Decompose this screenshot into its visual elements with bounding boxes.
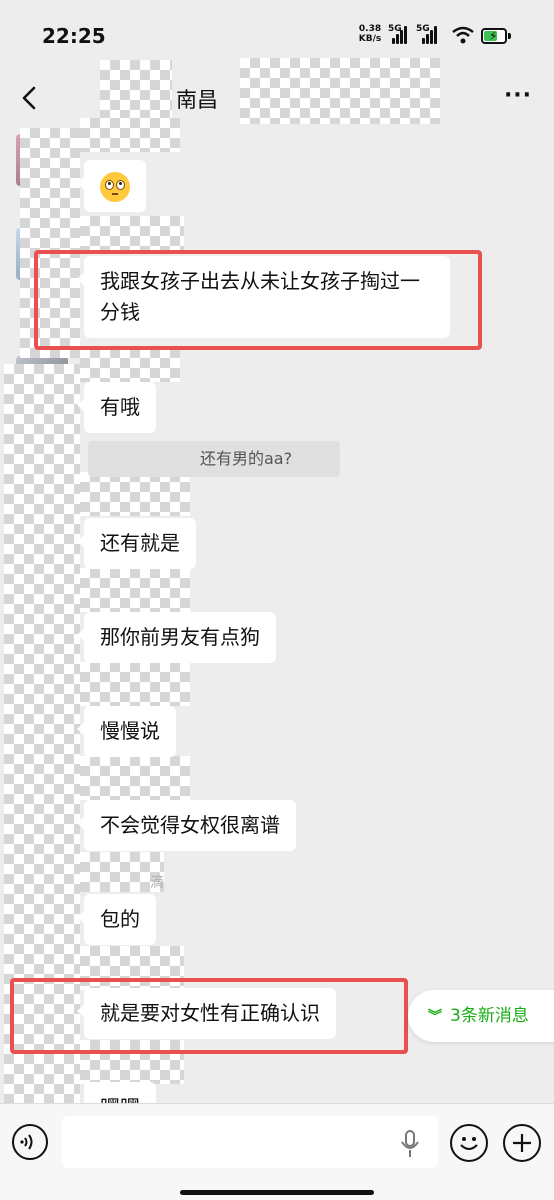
redacted-area	[100, 60, 172, 124]
battery-charging-icon: ⚡	[481, 28, 507, 44]
charging-bolt-icon: ⚡	[489, 29, 498, 43]
redacted-area	[80, 118, 180, 152]
back-button[interactable]	[10, 78, 50, 118]
message-bubble[interactable]: 还有就是	[77, 518, 196, 569]
chat-title: 南昌	[176, 88, 218, 112]
message-bubble[interactable]: 慢慢说	[77, 706, 176, 757]
redacted-area	[80, 662, 190, 706]
redacted-area	[20, 128, 80, 358]
redacted-area	[80, 1040, 184, 1084]
new-messages-button[interactable]: ︾ 3条新消息	[408, 990, 554, 1042]
message-bubble[interactable]: 我跟女孩子出去从未让女孩子掏过一分钱	[77, 256, 450, 338]
flushed-face-emoji	[100, 171, 130, 202]
network-speed-value: 0.38	[358, 24, 382, 34]
redacted-area	[80, 348, 180, 382]
redacted-area	[80, 946, 184, 990]
quoted-message-text: 还有男的aa?	[200, 449, 293, 468]
battery-tip	[508, 33, 511, 39]
more-button[interactable]: ···	[496, 78, 540, 118]
message-bubble[interactable]: 有哦	[77, 382, 156, 433]
network-speed-unit: KB/s	[358, 34, 382, 44]
sim2-signal-icon	[422, 26, 440, 44]
double-chevron-down-icon: ︾	[428, 1009, 442, 1025]
message-bubble[interactable]	[77, 160, 146, 212]
message-bubble[interactable]: 就是要对女性有正确认识	[77, 988, 336, 1039]
redacted-area	[80, 216, 184, 250]
message-bubble[interactable]: 那你前男友有点狗	[77, 612, 276, 663]
redacted-area	[80, 472, 190, 516]
network-speed: 0.38 KB/s	[356, 24, 384, 44]
smiley-icon	[460, 1137, 478, 1150]
message-bubble[interactable]: 包的	[77, 894, 156, 945]
plus-button[interactable]	[503, 1124, 541, 1162]
voice-button[interactable]	[12, 1124, 48, 1160]
redacted-area	[240, 58, 440, 124]
redacted-area	[80, 756, 190, 800]
emoji-button[interactable]	[450, 1124, 488, 1162]
voice-icon	[20, 1134, 33, 1150]
redacted-area	[80, 568, 190, 612]
plus-icon	[513, 1134, 531, 1152]
new-messages-label: 3条新消息	[450, 1006, 529, 1026]
redacted-area	[4, 364, 80, 1104]
chat-message-list[interactable]: 滴 我跟女孩子出去从未让女孩子掏过一分钱 有哦 还有男的aa? 还有就是 那你前…	[0, 118, 554, 1112]
microphone-icon[interactable]	[400, 1130, 420, 1158]
home-indicator	[180, 1190, 374, 1195]
message-input[interactable]	[62, 1116, 438, 1168]
faint-sender-label: 滴	[150, 875, 164, 891]
message-bubble[interactable]: 不会觉得女权很离谱	[77, 800, 296, 851]
status-time: 22:25	[42, 24, 106, 48]
sim1-signal-icon	[392, 26, 410, 44]
quoted-message[interactable]: 还有男的aa?	[88, 441, 340, 477]
input-bar	[0, 1103, 554, 1200]
wifi-icon	[452, 26, 474, 44]
